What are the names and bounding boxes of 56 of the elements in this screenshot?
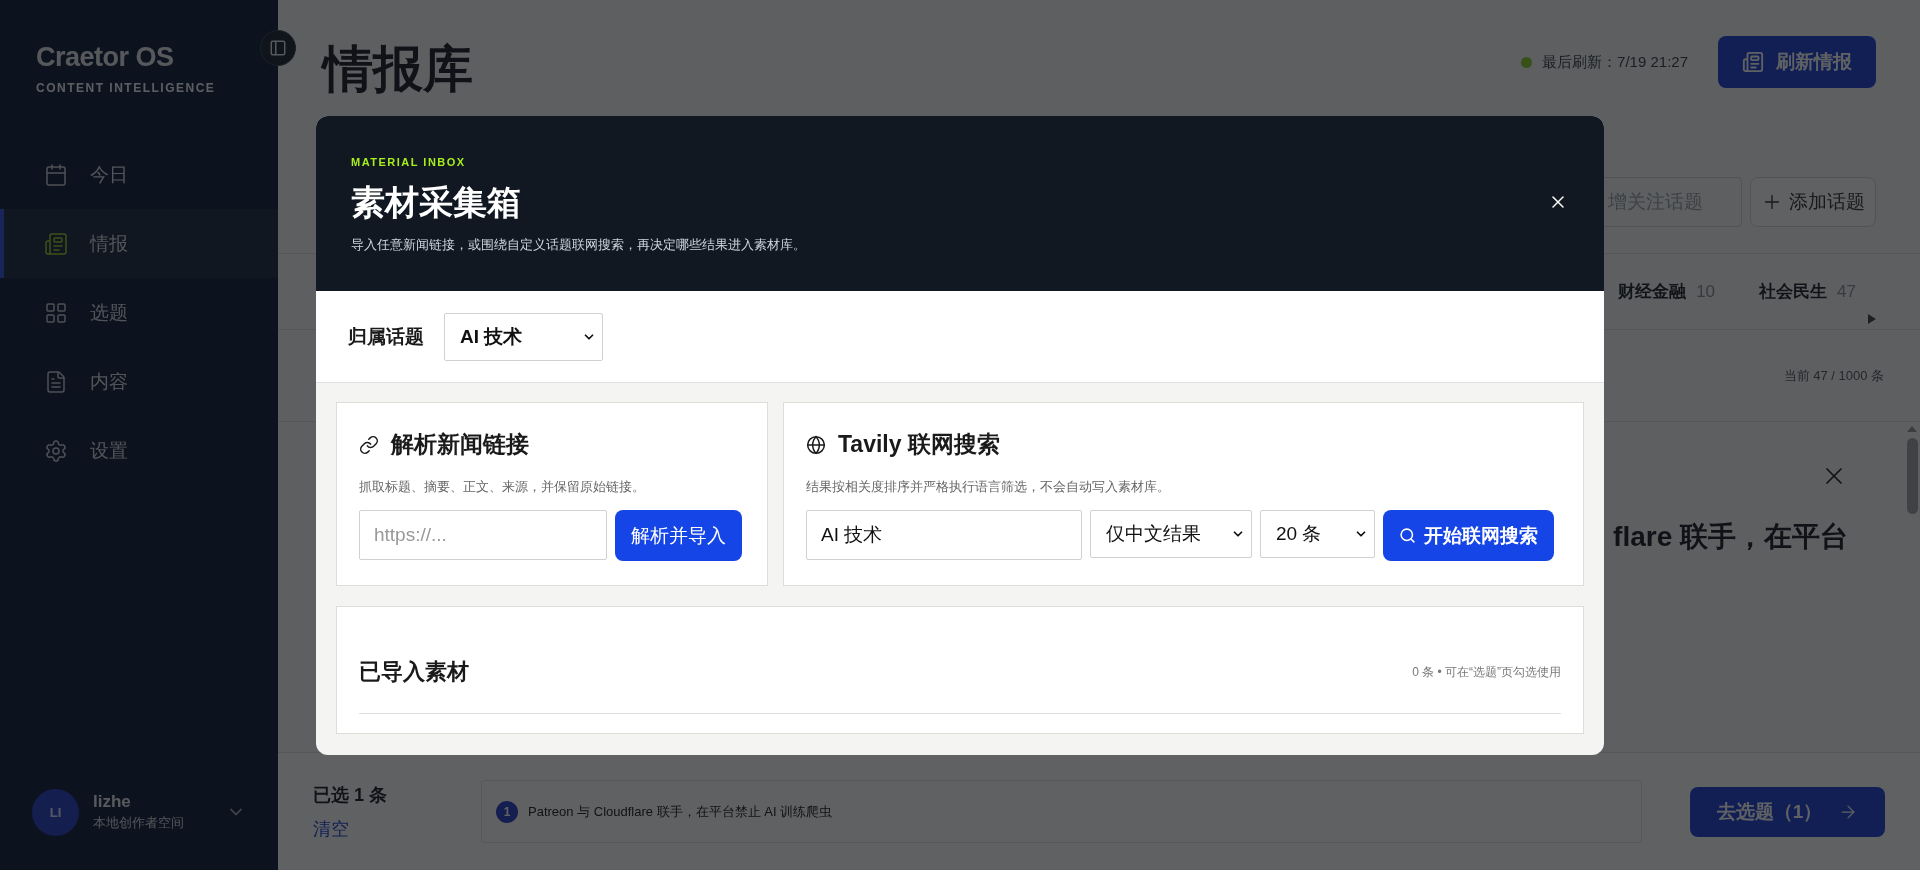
last-refresh-text: 最后刷新：7/19 21:27: [1542, 52, 1688, 72]
status-dot: [1521, 56, 1533, 68]
refresh-button[interactable]: 刷新情报: [1718, 36, 1876, 88]
sidebar-icon: [269, 39, 287, 57]
globe-icon: [806, 434, 826, 455]
nav-item[interactable]: 设置: [0, 416, 278, 485]
article-headline: flare 联手，在平台: [1613, 520, 1848, 554]
scroll-up-icon[interactable]: [1907, 426, 1917, 432]
user-avatar: LI: [32, 788, 79, 836]
selected-count: 已选 1 条: [313, 783, 388, 807]
scrollbar-thumb[interactable]: [1906, 438, 1918, 514]
newspaper-icon: [44, 231, 68, 256]
search-icon: [1399, 527, 1416, 544]
card-title: 解析新闻链接: [391, 430, 529, 459]
add-topic-button[interactable]: 添加话题: [1750, 176, 1876, 227]
topic-select[interactable]: AI 技术: [444, 312, 603, 361]
language-select[interactable]: 仅中文结果: [1090, 510, 1252, 558]
calendar-icon: [44, 162, 68, 187]
grid-icon: [44, 300, 68, 325]
count-select[interactable]: 20 条: [1260, 510, 1375, 558]
brand-name: Craetor OS: [36, 42, 175, 73]
card-title: Tavily 联网搜索: [838, 430, 1000, 459]
search-query-field[interactable]: AI 技术: [806, 510, 1082, 560]
imported-meta-text: 0 条 • 可在“选题”页勾选使用: [1412, 663, 1561, 681]
nav-label: 选题: [90, 300, 128, 325]
modal-eyebrow: MATERIAL INBOX: [351, 156, 467, 168]
nav-label: 设置: [90, 438, 128, 463]
page-title: 情报库: [323, 40, 473, 99]
user-name: lizhe: [93, 792, 132, 812]
modal-description: 导入任意新闻链接，或围绕自定义话题联网搜索，再决定哪些结果进入素材库。: [351, 236, 807, 254]
modal-title: 素材采集箱: [351, 182, 521, 223]
nav-label: 今日: [90, 162, 128, 187]
url-input-field[interactable]: https://...: [359, 510, 607, 560]
nav-item[interactable]: 今日: [0, 140, 278, 209]
nav-label: 内容: [90, 369, 128, 394]
scroll-right-icon[interactable]: [1868, 314, 1876, 324]
link-icon: [359, 434, 379, 455]
go-to-topics-button[interactable]: 去选题（1）: [1690, 786, 1885, 837]
section-title: 已导入素材: [359, 658, 469, 686]
web-search-button[interactable]: 开始联网搜索: [1383, 510, 1554, 561]
sidebar-toggle-button[interactable]: [260, 30, 296, 66]
nav-label: 情报: [90, 231, 128, 256]
nav-item[interactable]: 选题: [0, 278, 278, 347]
chip-title: Patreon 与 Cloudflare 联手，在平台禁止 AI 训练爬虫: [528, 802, 833, 821]
nav-item[interactable]: 情报: [0, 209, 278, 278]
card-hint: 结果按相关度排序并严格执行语言筛选，不会自动写入素材库。: [806, 478, 1171, 496]
parse-import-button[interactable]: 解析并导入: [615, 510, 742, 561]
nav-item[interactable]: 内容: [0, 347, 278, 416]
card-hint: 抓取标题、摘要、正文、来源，并保留原始链接。: [359, 478, 646, 496]
topic-label: 归属话题: [348, 324, 424, 349]
clear-link[interactable]: 清空: [313, 816, 433, 841]
newspaper-icon: [1742, 51, 1764, 73]
settings-icon: [44, 438, 68, 463]
chip-number: 1: [496, 800, 518, 823]
brand-subtitle: CONTENT INTELLIGENCE: [36, 81, 217, 95]
document-icon: [44, 369, 68, 394]
